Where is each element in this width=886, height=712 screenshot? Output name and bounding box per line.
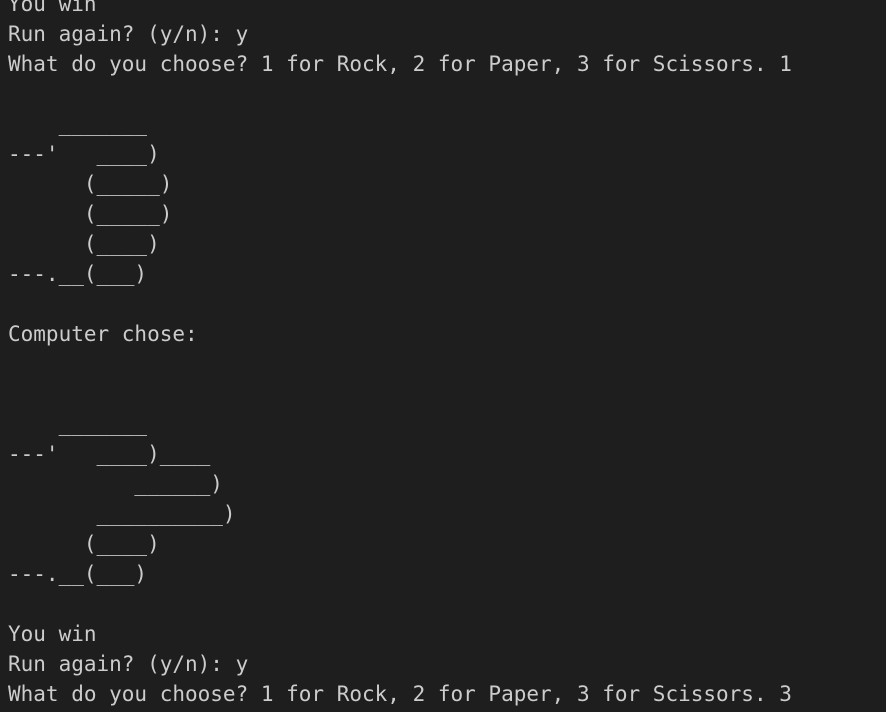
terminal-line: Computer chose:: [8, 322, 198, 346]
ascii-art-line: _______: [8, 412, 148, 436]
ascii-art-line: ---' ____)____: [8, 442, 211, 466]
terminal-line: Run again? (y/n): y: [8, 22, 249, 46]
terminal-line: You win: [8, 622, 97, 646]
terminal-line: You win: [8, 0, 97, 16]
terminal-window[interactable]: You win Run again? (y/n): y What do you …: [0, 0, 886, 712]
terminal-line: Run again? (y/n): y: [8, 652, 249, 676]
terminal-prompt-line[interactable]: What do you choose? 1 for Rock, 2 for Pa…: [8, 679, 792, 709]
terminal-line: What do you choose? 1 for Rock, 2 for Pa…: [8, 52, 792, 76]
ascii-art-line: (____): [8, 532, 160, 556]
ascii-art-line: ---.__(___): [8, 262, 148, 286]
ascii-art-line: ---' ____): [8, 142, 160, 166]
ascii-art-line: (____): [8, 232, 160, 256]
ascii-art-line: _______: [8, 112, 148, 136]
ascii-art-line: __________): [8, 502, 236, 526]
ascii-art-line: ---.__(___): [8, 562, 148, 586]
ascii-art-line: (_____): [8, 202, 173, 226]
ascii-art-line: (_____): [8, 172, 173, 196]
terminal-output: You win Run again? (y/n): y What do you …: [8, 0, 792, 709]
ascii-art-line: ______): [8, 472, 223, 496]
